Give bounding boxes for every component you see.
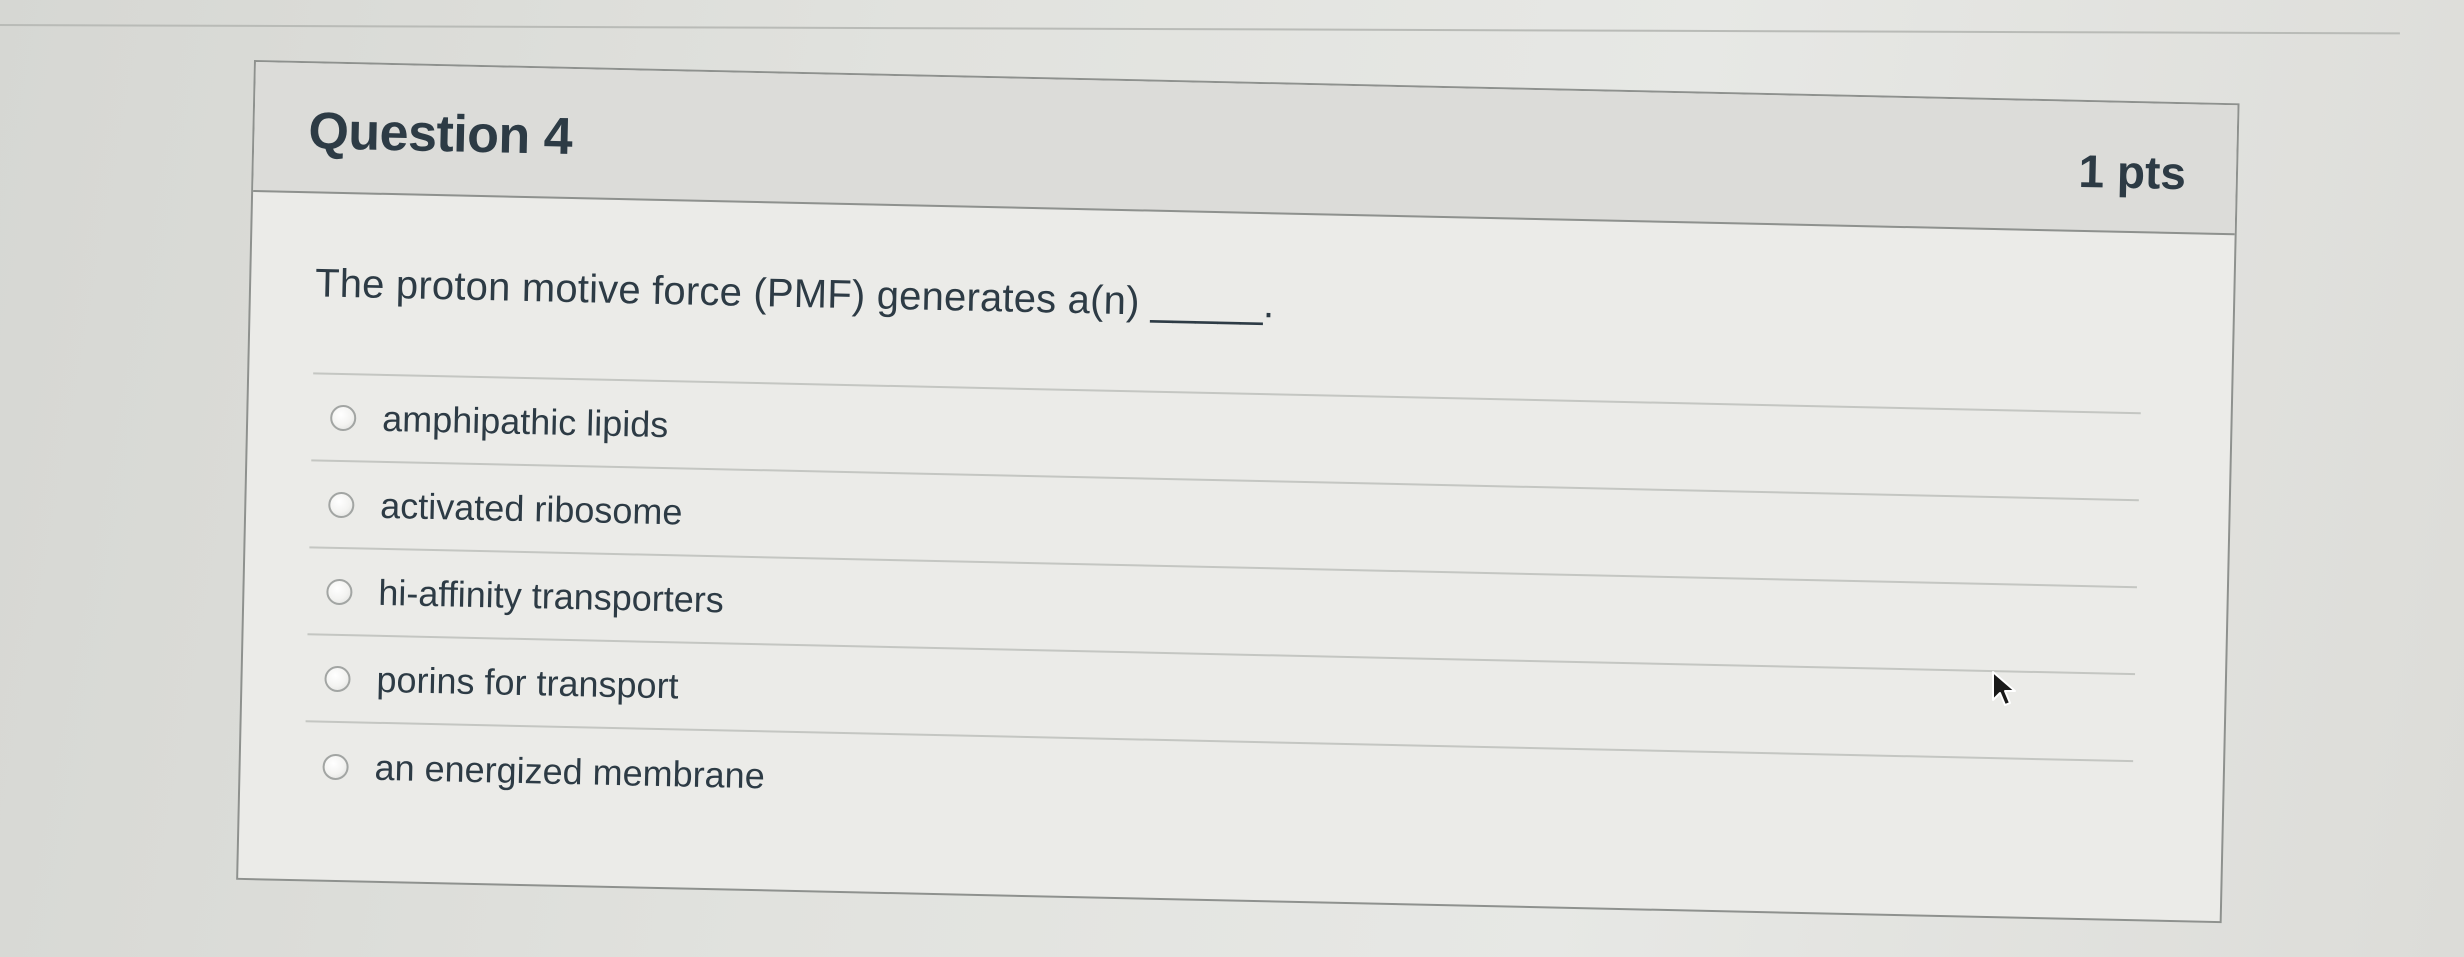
- answer-label[interactable]: activated ribosome: [380, 484, 683, 533]
- question-title: Question 4: [307, 102, 573, 166]
- answer-list: amphipathic lipids activated ribosome hi…: [303, 372, 2141, 850]
- answer-label[interactable]: an energized membrane: [374, 746, 765, 797]
- radio-button-icon[interactable]: [324, 665, 351, 692]
- radio-button-icon[interactable]: [326, 578, 353, 605]
- question-points: 1 pts: [2078, 144, 2187, 200]
- question-body: The proton motive force (PMF) generates …: [240, 192, 2235, 851]
- question-text: The proton motive force (PMF) generates …: [314, 261, 1275, 327]
- radio-button-icon[interactable]: [328, 491, 355, 518]
- radio-button-icon[interactable]: [322, 753, 349, 780]
- question-card: Question 4 1 pts The proton motive force…: [236, 60, 2240, 924]
- answer-label[interactable]: porins for transport: [376, 658, 679, 707]
- radio-button-icon[interactable]: [329, 404, 357, 431]
- answer-label[interactable]: amphipathic lipids: [382, 397, 669, 445]
- answer-label[interactable]: hi-affinity transporters: [378, 571, 724, 621]
- top-divider: [0, 0, 2400, 35]
- mouse-pointer-icon: [1992, 671, 2016, 706]
